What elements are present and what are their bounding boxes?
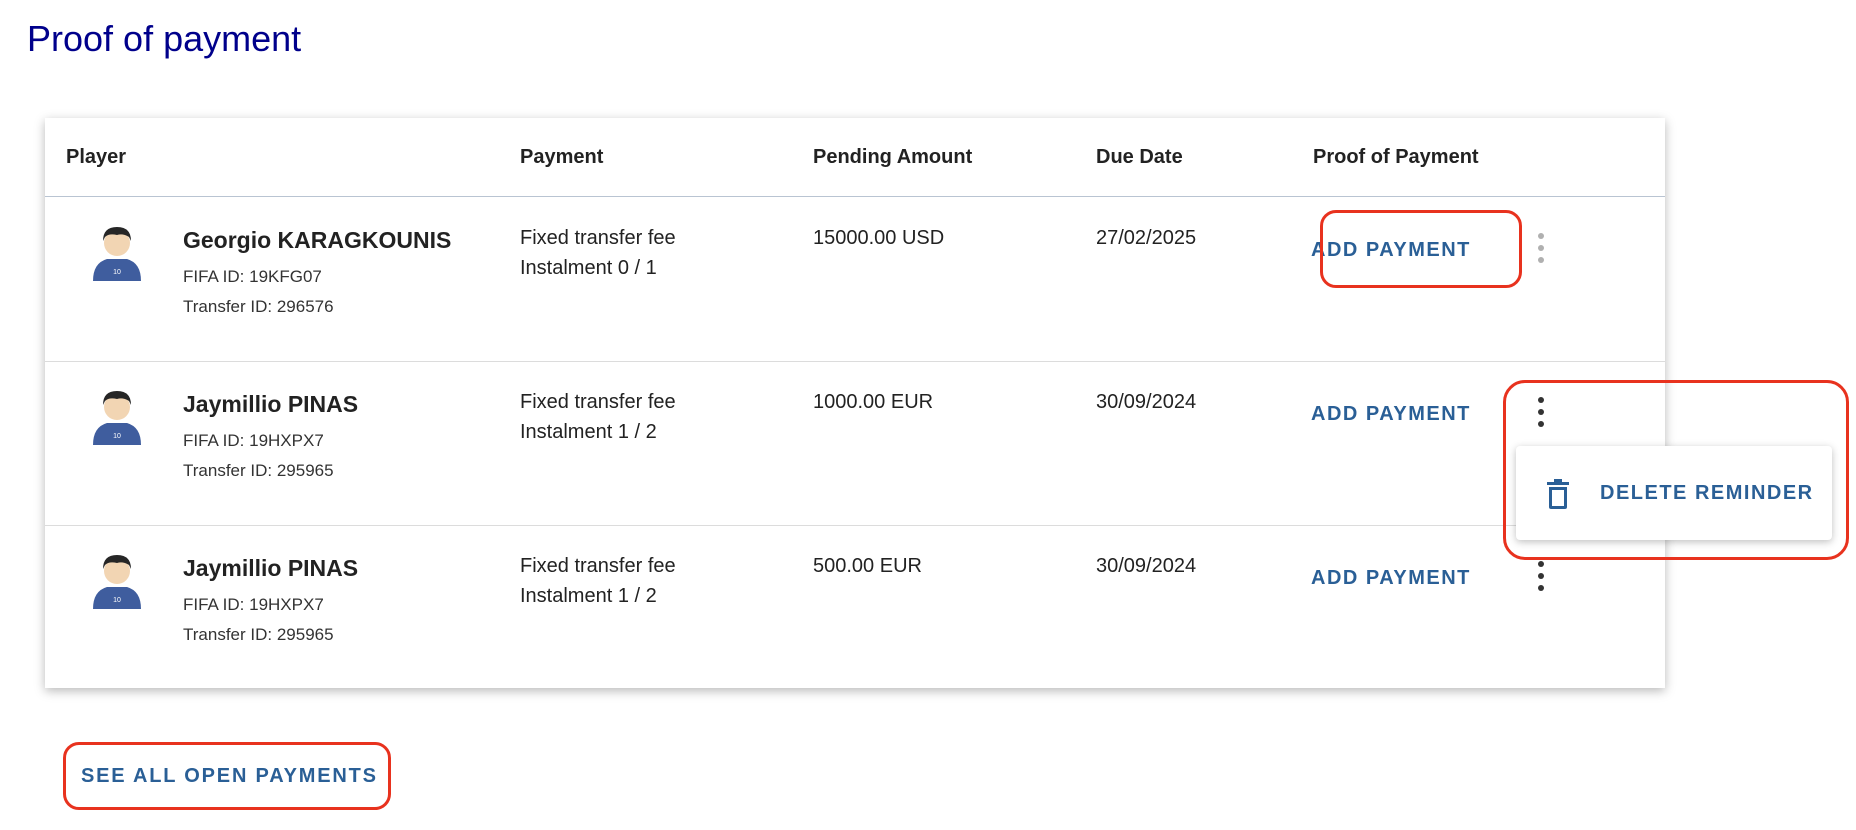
due-date: 30/09/2024	[1096, 555, 1197, 577]
svg-text:10: 10	[113, 269, 121, 276]
more-vert-icon[interactable]	[1535, 397, 1547, 427]
table-header: Player Payment Pending Amount Due Date P…	[45, 118, 1665, 197]
page-title: Proof of payment	[27, 18, 302, 59]
fifa-id: FIFA ID: 19HXPX7	[183, 595, 324, 614]
delete-reminder-menu-item[interactable]: DELETE REMINDER	[1516, 446, 1832, 540]
player-avatar-icon: 10	[93, 227, 141, 281]
player-name: Jaymillio PINAS	[183, 391, 359, 417]
row-context-menu: DELETE REMINDER	[1516, 446, 1832, 540]
transfer-id: Transfer ID: 296576	[183, 297, 334, 316]
fifa-id: FIFA ID: 19HXPX7	[183, 431, 324, 450]
payment-type: Fixed transfer fee	[520, 227, 676, 249]
header-player: Player	[66, 146, 127, 168]
header-pending-amount: Pending Amount	[813, 146, 973, 168]
payment-type: Fixed transfer fee	[520, 555, 676, 577]
instalment: Instalment 1 / 2	[520, 585, 657, 607]
pending-amount: 500.00 EUR	[813, 555, 922, 577]
player-avatar-icon: 10	[93, 391, 141, 445]
due-date: 30/09/2024	[1096, 391, 1197, 413]
svg-text:10: 10	[113, 433, 121, 440]
add-payment-button[interactable]: ADD PAYMENT	[1311, 403, 1471, 426]
header-proof-of-payment: Proof of Payment	[1313, 146, 1479, 168]
table-row: 10 Jaymillio PINAS FIFA ID: 19HXPX7 Tran…	[45, 525, 1665, 689]
payments-table: Player Payment Pending Amount Due Date P…	[45, 118, 1665, 688]
player-name: Georgio KARAGKOUNIS	[183, 227, 452, 253]
more-vert-icon[interactable]	[1535, 561, 1547, 591]
table-row: 10 Jaymillio PINAS FIFA ID: 19HXPX7 Tran…	[45, 361, 1665, 526]
svg-text:10: 10	[113, 597, 121, 604]
header-due-date: Due Date	[1096, 146, 1183, 168]
fifa-id: FIFA ID: 19KFG07	[183, 267, 322, 286]
transfer-id: Transfer ID: 295965	[183, 625, 334, 644]
see-all-open-payments-button[interactable]: SEE ALL OPEN PAYMENTS	[81, 765, 378, 788]
table-row: 10 Georgio KARAGKOUNIS FIFA ID: 19KFG07 …	[45, 197, 1665, 362]
transfer-id: Transfer ID: 295965	[183, 461, 334, 480]
pending-amount: 15000.00 USD	[813, 227, 945, 249]
payment-type: Fixed transfer fee	[520, 391, 676, 413]
header-payment: Payment	[520, 146, 604, 168]
pending-amount: 1000.00 EUR	[813, 391, 934, 413]
instalment: Instalment 0 / 1	[520, 257, 657, 279]
add-payment-button[interactable]: ADD PAYMENT	[1311, 567, 1471, 590]
add-payment-button[interactable]: ADD PAYMENT	[1311, 239, 1471, 262]
instalment: Instalment 1 / 2	[520, 421, 657, 443]
player-name: Jaymillio PINAS	[183, 555, 359, 581]
player-avatar-icon: 10	[93, 555, 141, 609]
trash-icon	[1547, 479, 1569, 509]
more-vert-icon[interactable]	[1535, 233, 1547, 263]
delete-reminder-label: DELETE REMINDER	[1600, 482, 1814, 504]
due-date: 27/02/2025	[1096, 227, 1197, 249]
